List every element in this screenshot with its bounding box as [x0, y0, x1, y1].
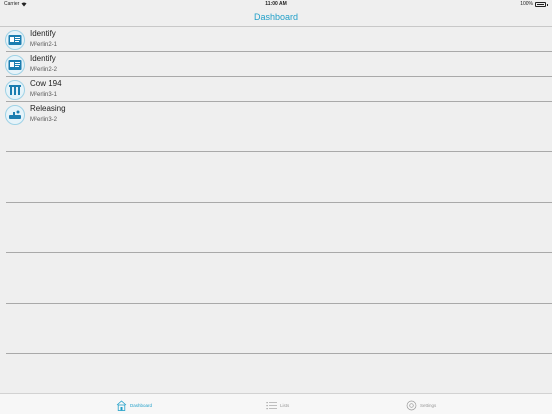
battery-indicator: 100% [520, 0, 548, 9]
status-time: 11:00 AM [265, 1, 287, 7]
tab-label: Lists [280, 402, 290, 408]
tab-label: Settings [420, 402, 437, 408]
row-subtitle: M²erlin2-2 [30, 67, 58, 73]
empty-row-separator [6, 202, 552, 203]
id-card-icon [5, 30, 25, 50]
empty-row-separator [6, 252, 552, 253]
tab-bar: Dashboard Lists Settings [0, 393, 552, 414]
tab-label: Dashboard [130, 402, 153, 408]
status-bar: Carrier 11:00 AM 100% [0, 0, 552, 9]
tab-dashboard[interactable]: Dashboard [116, 398, 152, 412]
battery-icon [535, 2, 546, 7]
navigation-bar: Dashboard [0, 9, 552, 26]
gear-icon [406, 400, 417, 411]
tab-settings[interactable]: Settings [406, 398, 436, 412]
row-subtitle: M²erlin3-2 [30, 117, 58, 123]
list-icon [266, 400, 277, 411]
page-title: Dashboard [253, 12, 299, 22]
row-subtitle: M²erlin3-1 [30, 92, 58, 98]
dashboard-list: Identify M²erlin2-1 Identify M²erlin2-2 [0, 27, 552, 393]
list-item[interactable]: Cow 194 M²erlin3-1 [0, 77, 552, 102]
row-title: Releasing [30, 104, 66, 113]
gate-icon [5, 80, 25, 100]
empty-row-separator [6, 353, 552, 354]
battery-percent: 100% [520, 1, 533, 7]
home-icon [116, 399, 127, 411]
list-item[interactable]: Identify M²erlin2-1 [0, 27, 552, 52]
row-subtitle: M²erlin2-1 [30, 42, 58, 48]
row-title: Identify [30, 29, 56, 38]
id-card-icon [5, 55, 25, 75]
empty-row-separator [6, 151, 552, 152]
release-icon [5, 105, 25, 125]
tab-lists[interactable]: Lists [266, 398, 289, 412]
list-item[interactable]: Identify M²erlin2-2 [0, 52, 552, 77]
row-title: Cow 194 [30, 79, 62, 88]
row-title: Identify [30, 54, 56, 63]
battery-tip [547, 3, 548, 6]
list-item[interactable]: Releasing M²erlin3-2 [0, 102, 552, 127]
empty-row-separator [6, 303, 552, 304]
